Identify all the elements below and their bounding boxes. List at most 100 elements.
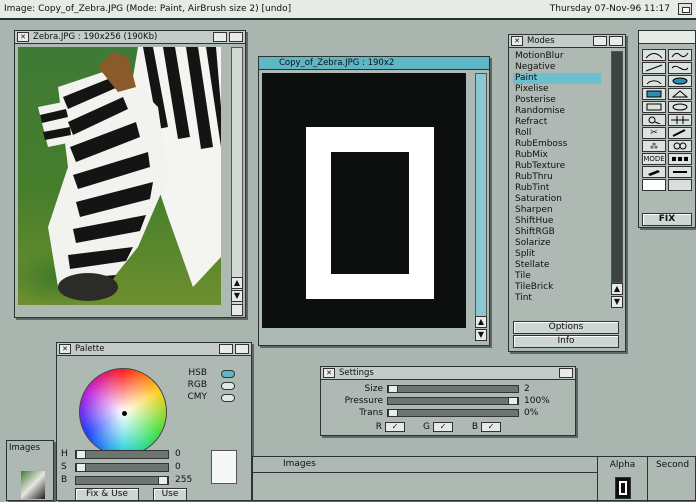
mode-item[interactable]: Tile	[513, 271, 601, 282]
h-slider[interactable]	[75, 449, 169, 459]
mode-item[interactable]: Saturation	[513, 194, 601, 205]
palette-window-titlebar[interactable]: ✕ Palette	[57, 343, 251, 356]
scroll-up-icon[interactable]: ▲	[475, 316, 487, 328]
screen-depth-gadget[interactable]	[678, 3, 692, 15]
canvas-window-titlebar[interactable]: Copy_of_Zebra.JPG : 190x2	[259, 57, 489, 70]
rgb-mode-radio[interactable]	[221, 382, 235, 390]
scroll-up-icon[interactable]: ▲	[611, 283, 623, 295]
curve-icon[interactable]	[668, 49, 692, 61]
size-gadget-icon[interactable]	[231, 304, 243, 316]
alpha-preview[interactable]	[615, 477, 631, 499]
current-color-swatch[interactable]	[211, 450, 237, 484]
mode-item[interactable]: ShiftHue	[513, 216, 601, 227]
rectangle-icon[interactable]	[642, 101, 666, 113]
mode-item[interactable]: Paint	[513, 73, 601, 84]
scissors-icon[interactable]: ✂	[642, 127, 666, 139]
foreground-color-swatch[interactable]	[642, 179, 666, 191]
depth-gadget-icon[interactable]	[559, 368, 573, 378]
mode-item[interactable]: MotionBlur	[513, 51, 601, 62]
depth-gadget-icon[interactable]	[609, 36, 623, 46]
depth-gadget-icon[interactable]	[229, 32, 243, 42]
arc-icon[interactable]	[642, 75, 666, 87]
mode-item[interactable]: TileBrick	[513, 282, 601, 293]
filled-rectangle-icon[interactable]	[642, 88, 666, 100]
fix-and-use-button[interactable]: Fix & Use	[75, 488, 139, 501]
filled-ellipse-icon[interactable]	[668, 75, 692, 87]
mode-item[interactable]: Negative	[513, 62, 601, 73]
brush-icon[interactable]	[668, 127, 692, 139]
ellipse-icon[interactable]	[668, 101, 692, 113]
hsb-mode-radio[interactable]	[221, 370, 235, 378]
b-slider-knob[interactable]	[158, 475, 168, 485]
magnify-icon[interactable]	[642, 114, 666, 126]
modes-scrollbar[interactable]	[611, 51, 623, 283]
mode-item[interactable]: RubMix	[513, 150, 601, 161]
mode-item[interactable]: Randomise	[513, 106, 601, 117]
fix-button[interactable]: FIX	[642, 213, 692, 226]
zoom-gadget-icon[interactable]	[213, 32, 227, 42]
airbrush-icon[interactable]: ⁂	[642, 140, 666, 152]
freehand-line-icon[interactable]	[642, 49, 666, 61]
fill-icon[interactable]	[668, 140, 692, 152]
mode-item[interactable]: Stellate	[513, 260, 601, 271]
options-button[interactable]: Options	[513, 321, 619, 334]
modes-window-titlebar[interactable]: ✕ Modes	[509, 35, 625, 48]
canvas-vertical-scrollbar[interactable]	[475, 73, 487, 328]
h-slider-knob[interactable]	[76, 449, 86, 459]
color-wheel[interactable]	[79, 368, 167, 456]
mode-item[interactable]: Pixelise	[513, 84, 601, 95]
info-button[interactable]: Info	[513, 335, 619, 348]
close-icon[interactable]: ✕	[59, 344, 71, 354]
scroll-up-icon[interactable]: ▲	[231, 277, 243, 289]
color-picker-cursor[interactable]	[122, 411, 127, 416]
r-channel-checkbox[interactable]: ✓	[385, 421, 405, 432]
close-icon[interactable]: ✕	[17, 32, 29, 42]
g-channel-checkbox[interactable]: ✓	[433, 421, 453, 432]
size-slider[interactable]	[387, 384, 519, 393]
depth-gadget-icon[interactable]	[235, 344, 249, 354]
zoom-gadget-icon[interactable]	[219, 344, 233, 354]
close-icon[interactable]: ✕	[323, 368, 335, 378]
spline-icon[interactable]	[668, 62, 692, 74]
image-thumbnail[interactable]	[21, 471, 45, 499]
mode-item[interactable]: RubTexture	[513, 161, 601, 172]
mode-item[interactable]: Refract	[513, 117, 601, 128]
mode-item[interactable]: Split	[513, 249, 601, 260]
size-slider-knob[interactable]	[388, 384, 398, 393]
mode-item[interactable]: ShiftRGB	[513, 227, 601, 238]
trans-slider-knob[interactable]	[388, 408, 398, 417]
mode-item[interactable]: RubEmboss	[513, 139, 601, 150]
mode-item[interactable]: Roll	[513, 128, 601, 139]
mode-item[interactable]: Sharpen	[513, 205, 601, 216]
text-tool-icon[interactable]	[668, 166, 692, 178]
scroll-down-icon[interactable]: ▼	[475, 329, 487, 341]
pressure-slider[interactable]	[387, 396, 519, 405]
zebra-vertical-scrollbar[interactable]	[231, 47, 243, 305]
pen-icon[interactable]	[642, 166, 666, 178]
line-icon[interactable]	[642, 62, 666, 74]
use-button[interactable]: Use	[153, 488, 187, 501]
scroll-down-icon[interactable]: ▼	[611, 296, 623, 308]
polygon-icon[interactable]	[668, 88, 692, 100]
zoom-gadget-icon[interactable]	[593, 36, 607, 46]
s-slider-knob[interactable]	[76, 462, 86, 472]
scroll-down-icon[interactable]: ▼	[231, 290, 243, 302]
mode-item[interactable]: RubThru	[513, 172, 601, 183]
mode-item[interactable]: Posterise	[513, 95, 601, 106]
settings-window-titlebar[interactable]: ✕ Settings	[321, 367, 575, 380]
b-channel-checkbox[interactable]: ✓	[481, 421, 501, 432]
mode-item[interactable]: RubTint	[513, 183, 601, 194]
s-slider[interactable]	[75, 462, 169, 472]
brush-shapes-icon[interactable]	[668, 153, 692, 165]
images-side-titlebar[interactable]: Images	[7, 441, 53, 454]
close-icon[interactable]: ✕	[511, 36, 523, 46]
mode-item[interactable]: Tint	[513, 293, 601, 304]
b-slider[interactable]	[75, 475, 169, 485]
mode-button[interactable]: MODE	[642, 153, 666, 165]
zebra-window-titlebar[interactable]: ✕ Zebra.JPG : 190x256 (190Kb)	[15, 31, 245, 44]
mode-item[interactable]: Solarize	[513, 238, 601, 249]
cmy-mode-radio[interactable]	[221, 394, 235, 402]
zebra-photo[interactable]	[18, 47, 221, 305]
trans-slider[interactable]	[387, 408, 519, 417]
background-color-swatch[interactable]	[668, 179, 692, 191]
